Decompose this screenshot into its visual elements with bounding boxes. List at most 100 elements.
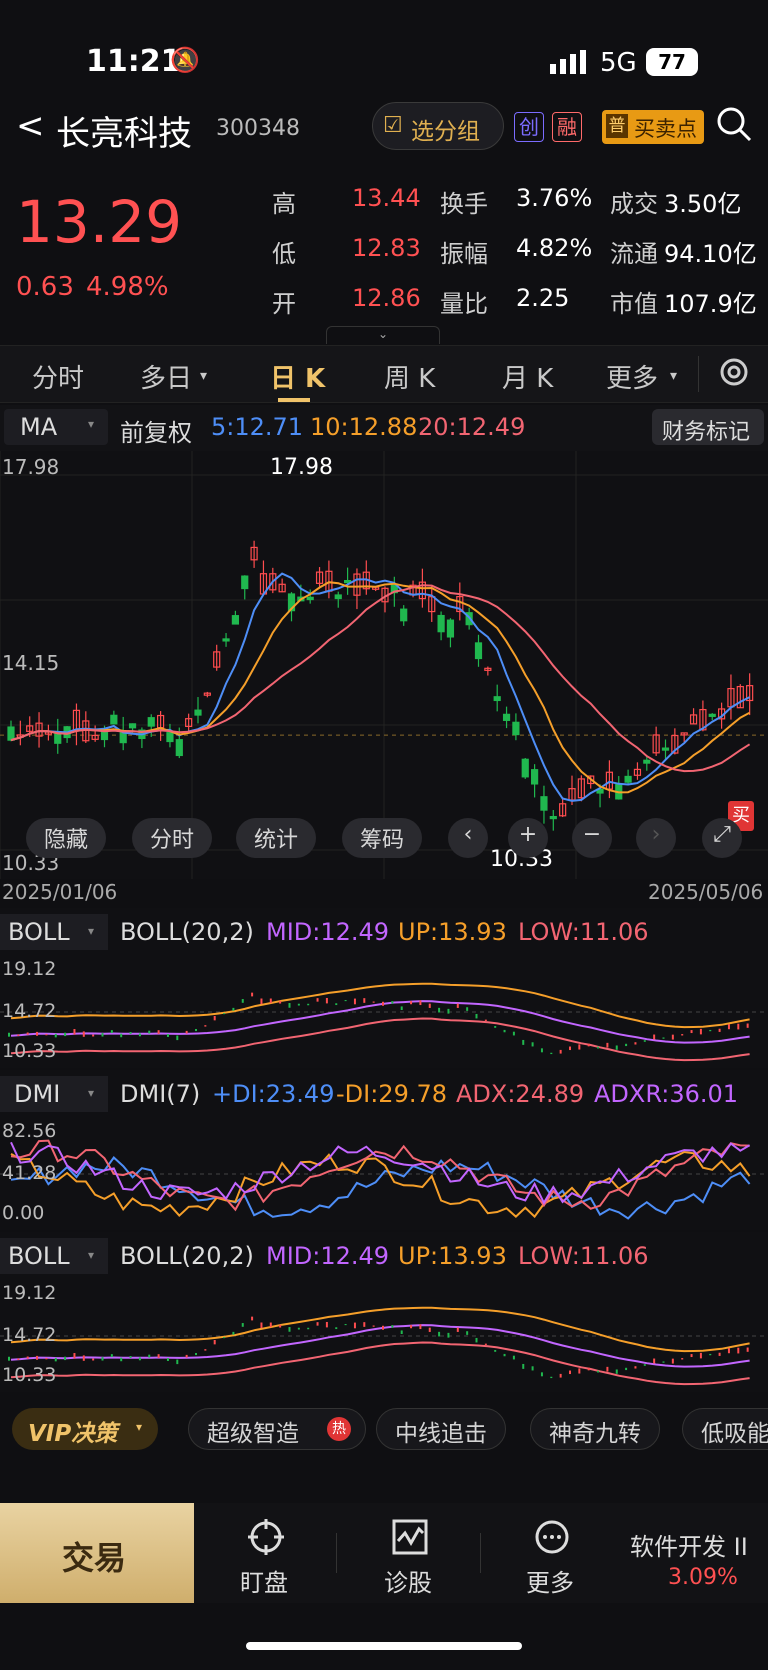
dmi-adxr: ADXR:36.01 bbox=[594, 1080, 739, 1108]
candle-body bbox=[400, 608, 408, 622]
chips-button[interactable]: 筹码 bbox=[342, 818, 423, 858]
candle-body bbox=[474, 642, 483, 660]
chip-super-smart[interactable]: 超级智造 热 bbox=[188, 1408, 366, 1450]
dmi-panel[interactable]: DMI ▾ DMI(7) +DI:23.49 -DI:29.78 ADX:24.… bbox=[0, 1070, 768, 1230]
hide-button[interactable]: 隐藏 bbox=[26, 818, 107, 858]
ma20-line bbox=[10, 584, 751, 773]
boll-y-top: 19.12 bbox=[2, 958, 57, 980]
quote-value: 13.44 bbox=[352, 184, 421, 212]
boll-params: BOLL(20,2) bbox=[120, 1242, 254, 1270]
tab-more[interactable]: 更多 bbox=[606, 358, 658, 395]
dmi-canvas bbox=[0, 1139, 768, 1220]
ma-label: MA bbox=[20, 413, 58, 441]
chevron-down-icon: ▾ bbox=[670, 368, 678, 384]
candle-body bbox=[128, 723, 137, 729]
chip-magic-nine[interactable]: 神奇九转 bbox=[530, 1408, 660, 1450]
candle-body bbox=[512, 721, 520, 736]
candle-body bbox=[222, 638, 230, 642]
margin-badge: 融 bbox=[552, 112, 582, 142]
quote-value: 94.10亿 bbox=[664, 240, 757, 268]
intraday-button[interactable]: 分时 bbox=[132, 818, 213, 858]
quote-label: 高 bbox=[272, 190, 296, 218]
boll-y-top: 19.12 bbox=[2, 1282, 57, 1304]
sector-name: 软件开发 II bbox=[630, 1533, 748, 1561]
chip-low-absorb[interactable]: 低吸能 bbox=[682, 1408, 768, 1450]
chevron-down-icon: ▾ bbox=[88, 417, 95, 431]
candle-body bbox=[231, 615, 239, 625]
quote-value: 12.83 bbox=[352, 234, 421, 262]
chevron-left-icon[interactable]: ‹ bbox=[448, 818, 488, 858]
boll-y-bottom: 10.33 bbox=[2, 1040, 57, 1062]
add-to-group-label: 选分组 bbox=[411, 119, 480, 145]
boll-low-line bbox=[10, 1017, 750, 1062]
indicator-selector-boll[interactable]: BOLL ▾ bbox=[0, 914, 108, 950]
active-tab-indicator bbox=[278, 398, 310, 402]
ma-bar: MA ▾ 前复权 5:12.71 10:12.88 20:12.49 财务标记 bbox=[0, 405, 768, 451]
chevron-right-icon[interactable]: › bbox=[636, 818, 676, 858]
vip-decision-button[interactable]: VIP决策 ▾ bbox=[12, 1408, 158, 1450]
indicator-selector-dmi[interactable]: DMI ▾ bbox=[0, 1076, 108, 1112]
stats-button[interactable]: 统计 bbox=[236, 818, 317, 858]
dmi-mdi: -DI:29.78 bbox=[336, 1080, 448, 1108]
divider bbox=[336, 1533, 337, 1573]
quote-value: 3.50亿 bbox=[664, 190, 742, 218]
boll-mid: MID:12.49 bbox=[266, 1242, 390, 1270]
candle-body bbox=[7, 726, 15, 741]
sector-card[interactable]: 软件开发 II 3.09% bbox=[624, 1511, 768, 1597]
zoom-out-icon[interactable]: − bbox=[572, 818, 612, 858]
chip-midline-chase[interactable]: 中线追击 bbox=[376, 1408, 506, 1450]
quote-label: 成交 bbox=[610, 190, 658, 218]
date-end: 2025/05/06 bbox=[648, 880, 764, 904]
candle-body bbox=[530, 769, 539, 785]
indicator-selector-ma[interactable]: MA ▾ bbox=[4, 409, 108, 445]
network-label: 5G bbox=[600, 48, 637, 78]
diagnose-button[interactable]: 诊股 bbox=[354, 1519, 464, 1597]
quote-label: 开 bbox=[272, 290, 296, 318]
candle-body bbox=[549, 815, 557, 820]
tab-weekly-k[interactable]: 周 K bbox=[384, 358, 435, 395]
gear-icon[interactable] bbox=[716, 354, 752, 390]
search-icon[interactable] bbox=[714, 104, 754, 144]
dmi-y-bottom: 0.00 bbox=[2, 1202, 45, 1224]
chevron-down-icon: ▾ bbox=[88, 1248, 95, 1262]
quote-label: 振幅 bbox=[440, 240, 488, 268]
boll-up-line bbox=[10, 1306, 750, 1353]
chip-label: 超级智造 bbox=[207, 1421, 299, 1447]
financial-marker-button[interactable]: 财务标记 bbox=[652, 409, 764, 445]
adxr-line bbox=[10, 1141, 751, 1205]
boll-up: UP:13.93 bbox=[398, 918, 507, 946]
back-icon[interactable]: < bbox=[16, 106, 45, 146]
dmi-y-top: 82.56 bbox=[2, 1120, 57, 1142]
y-axis-mid: 14.15 bbox=[2, 651, 60, 675]
chevron-down-icon: ▾ bbox=[200, 368, 208, 384]
tab-monthly-k[interactable]: 月 K bbox=[502, 358, 553, 395]
buy-sell-point-button[interactable]: 普 买卖点 bbox=[602, 110, 704, 144]
date-start: 2025/01/06 bbox=[2, 880, 118, 904]
candle-body bbox=[446, 619, 455, 638]
zoom-in-icon[interactable]: + bbox=[508, 818, 548, 858]
candle-body bbox=[194, 709, 202, 716]
boll-y-bottom: 10.33 bbox=[2, 1364, 57, 1386]
trade-button[interactable]: 交易 bbox=[0, 1503, 194, 1603]
more-dots-icon bbox=[534, 1519, 570, 1555]
boll-panel-1[interactable]: BOLL ▾ BOLL(20,2) MID:12.49 UP:13.93 LOW… bbox=[0, 908, 768, 1068]
tab-intraday[interactable]: 分时 bbox=[32, 358, 84, 395]
add-to-group-button[interactable]: ☑ 选分组 bbox=[372, 102, 504, 150]
dmi-adx: ADX:24.89 bbox=[456, 1080, 585, 1108]
boll-panel-2[interactable]: BOLL ▾ BOLL(20,2) MID:12.49 UP:13.93 LOW… bbox=[0, 1232, 768, 1392]
expand-quote-button[interactable]: ⌄ bbox=[326, 326, 440, 344]
tab-multiday[interactable]: 多日 bbox=[140, 358, 192, 395]
candle-body bbox=[624, 775, 632, 783]
k-line-chart[interactable]: 17.98 14.15 10.33 17.98 10.33 买 bbox=[0, 451, 768, 879]
more-label: 更多 bbox=[526, 1569, 574, 1597]
clock: 11:21 bbox=[86, 44, 182, 79]
fullscreen-icon[interactable]: ⤢ bbox=[702, 818, 742, 858]
tab-daily-k[interactable]: 日 K bbox=[270, 358, 325, 395]
buy-sell-prefix: 普 bbox=[606, 114, 628, 138]
indicator-selector-boll[interactable]: BOLL ▾ bbox=[0, 1238, 108, 1274]
adjust-mode[interactable]: 前复权 bbox=[120, 413, 192, 448]
more-button[interactable]: 更多 bbox=[498, 1519, 608, 1597]
diagnose-label: 诊股 bbox=[384, 1569, 432, 1597]
candle-body bbox=[306, 596, 314, 601]
watch-button[interactable]: 盯盘 bbox=[210, 1519, 320, 1597]
